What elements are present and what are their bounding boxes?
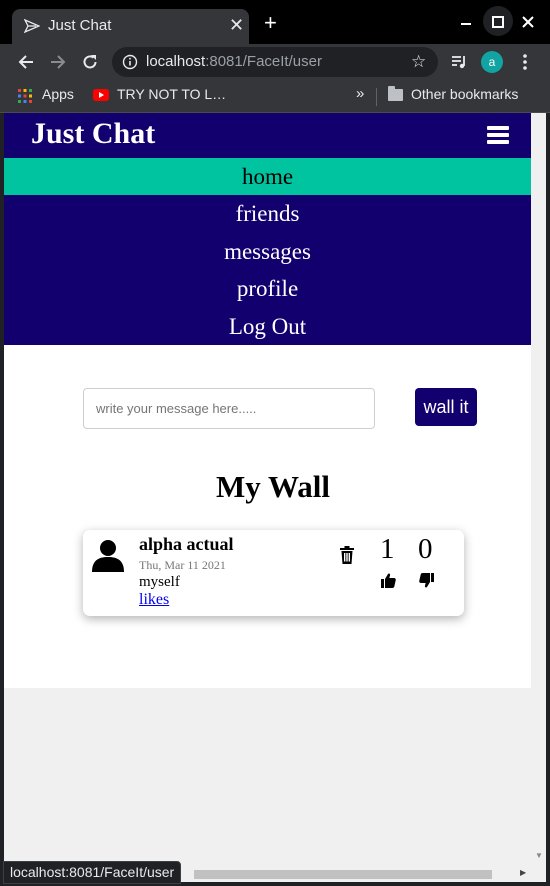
address-bar[interactable]: localhost:8081/FaceIt/user ☆: [112, 47, 438, 77]
send-icon: [24, 18, 40, 34]
status-bar-url: localhost:8081/FaceIt/user: [3, 861, 182, 884]
more-menu-icon[interactable]: [522, 52, 528, 72]
thumbs-up-icon[interactable]: [381, 573, 396, 588]
minimize-icon[interactable]: [456, 12, 476, 32]
tab-close-icon[interactable]: ✕: [229, 16, 244, 34]
menu-item-home[interactable]: home: [4, 158, 531, 195]
new-tab-button[interactable]: +: [264, 12, 277, 34]
url-host: localhost: [146, 53, 206, 70]
menu-item-profile[interactable]: profile: [4, 270, 531, 307]
site-menu: home friends messages profile Log Out: [4, 158, 531, 345]
site-brand[interactable]: Just Chat: [31, 117, 155, 151]
close-window-icon[interactable]: [518, 12, 538, 32]
message-input[interactable]: [83, 388, 375, 429]
post-author: alpha actual: [139, 534, 234, 554]
post-body: myself: [139, 574, 180, 590]
post-date: Thu, Mar 11 2021: [139, 558, 226, 572]
thumbs-down-icon[interactable]: [419, 573, 434, 588]
trash-icon[interactable]: [340, 546, 354, 564]
menu-item-messages[interactable]: messages: [4, 233, 531, 270]
page-content: Just Chat home friends messages profile …: [4, 113, 531, 688]
page-viewport: Just Chat home friends messages profile …: [4, 113, 546, 882]
scroll-down-arrow-icon[interactable]: ▼: [535, 851, 543, 860]
tab-title: Just Chat: [48, 17, 112, 34]
bookmark-youtube[interactable]: TRY NOT TO L…: [117, 86, 226, 102]
menu-item-logout[interactable]: Log Out: [4, 308, 531, 345]
bookmark-other[interactable]: Other bookmarks: [411, 86, 518, 102]
bookmarks-overflow[interactable]: »: [356, 85, 364, 102]
browser-toolbar: localhost:8081/FaceIt/user ☆ a: [0, 44, 550, 80]
hamburger-icon[interactable]: [487, 126, 509, 144]
reload-icon[interactable]: [80, 52, 100, 72]
bookmark-apps[interactable]: Apps: [42, 86, 74, 102]
browser-tab[interactable]: Just Chat ✕: [12, 9, 249, 44]
horizontal-scroll-thumb[interactable]: [194, 870, 492, 879]
youtube-icon: [93, 89, 109, 101]
media-control-icon[interactable]: [450, 53, 468, 71]
like-count: 1: [380, 533, 395, 565]
vertical-scrollbar[interactable]: [531, 113, 546, 882]
bookmarks-divider: [376, 88, 377, 106]
post-likes-link[interactable]: likes: [139, 591, 169, 609]
url-path: :8081/FaceIt/user: [205, 53, 322, 70]
menu-item-friends[interactable]: friends: [4, 195, 531, 232]
site-header: Just Chat: [4, 113, 531, 158]
back-icon[interactable]: [16, 52, 36, 72]
bookmark-star-icon[interactable]: ☆: [411, 53, 426, 70]
wall-post-card: alpha actual Thu, Mar 11 2021 myself lik…: [83, 530, 464, 616]
browser-tab-bar: Just Chat ✕ +: [0, 0, 550, 44]
wall-it-button[interactable]: wall it: [415, 388, 477, 426]
folder-icon: [388, 86, 403, 101]
info-icon[interactable]: [122, 54, 138, 70]
scroll-right-arrow-icon[interactable]: ▶: [520, 868, 526, 877]
profile-avatar[interactable]: a: [481, 51, 503, 73]
url-text[interactable]: localhost:8081/FaceIt/user: [146, 53, 322, 70]
maximize-icon[interactable]: [488, 12, 508, 32]
forward-icon[interactable]: [48, 52, 68, 72]
user-icon: [92, 540, 124, 572]
dislike-count: 0: [418, 533, 433, 565]
apps-grid-icon[interactable]: [17, 88, 33, 104]
bookmarks-bar: Apps TRY NOT TO L… » Other bookmarks: [0, 80, 550, 113]
wall-title: My Wall: [216, 469, 330, 504]
